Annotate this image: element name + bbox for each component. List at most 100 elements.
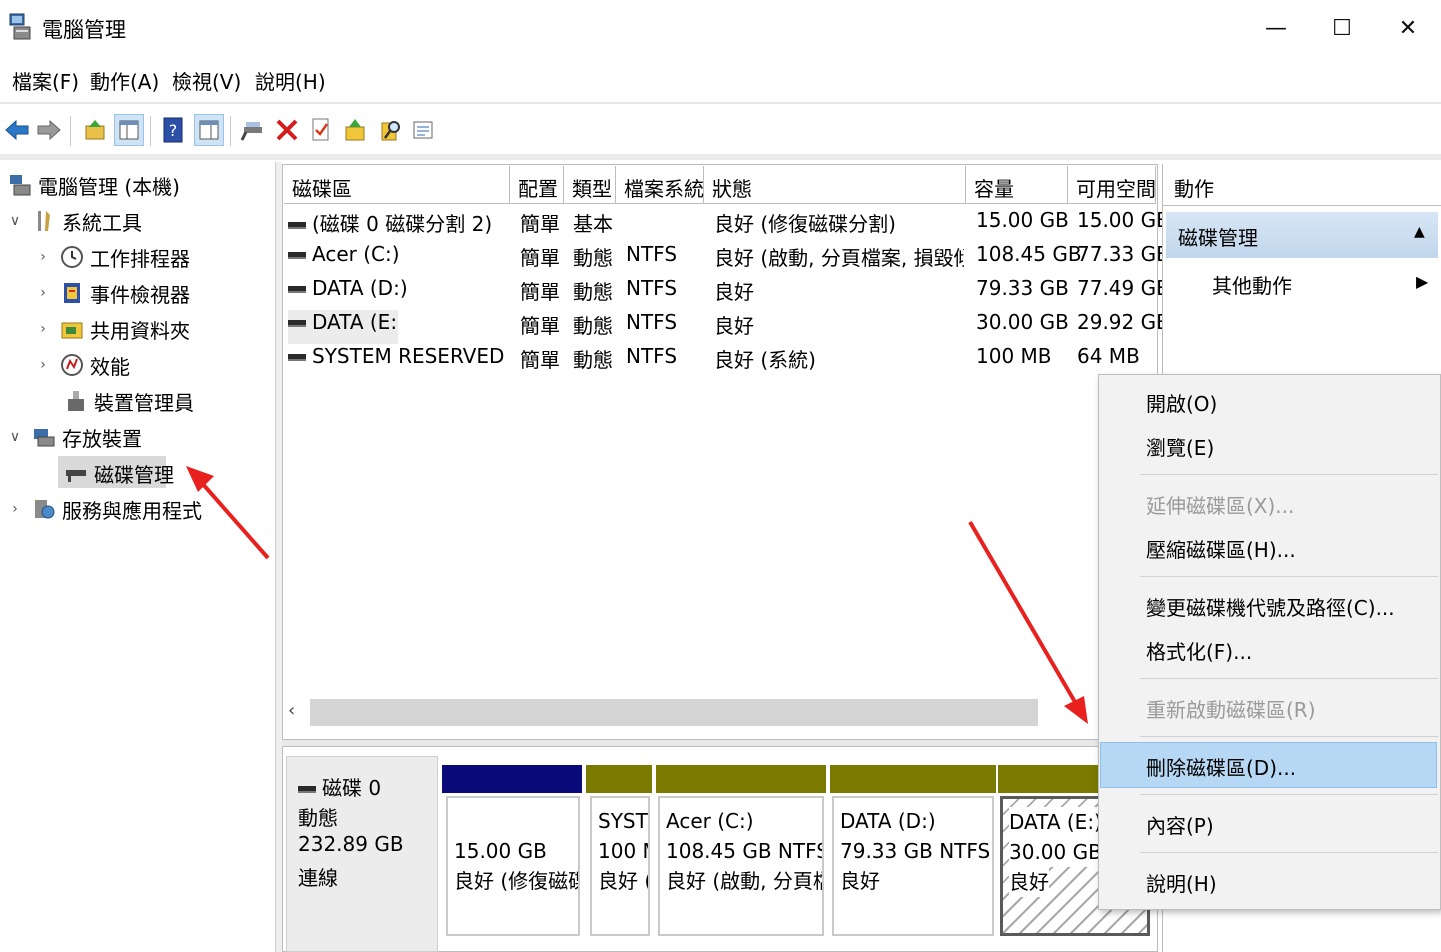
forward-icon[interactable] <box>34 114 64 146</box>
partition-title: SYSTE <box>598 809 648 833</box>
search-icon[interactable] <box>376 114 406 146</box>
partition-status: 良好 <box>1009 867 1049 897</box>
table-cell-status: 良好 <box>714 314 754 338</box>
import-icon[interactable] <box>340 114 370 146</box>
menu-item-explore[interactable]: 瀏覽(E) <box>1146 432 1214 461</box>
menu-item-reactivate-volume: 重新啟動磁碟區(R) <box>1146 698 1316 722</box>
actions-header: 動作 <box>1162 164 1441 206</box>
table-row-volume-name[interactable]: Acer (C:) <box>288 242 508 276</box>
tree-item-storage[interactable]: ∨ 存放裝置 <box>8 420 142 454</box>
device-manager-icon <box>64 389 88 413</box>
table-cell-type: 動態 <box>573 246 613 270</box>
more-actions-item[interactable]: 其他動作 <box>1212 270 1292 299</box>
check-disk-icon[interactable] <box>306 114 336 146</box>
tree-item-performance[interactable]: › 效能 <box>36 348 130 382</box>
partition-title: Acer (C:) <box>666 809 754 833</box>
partition-recovery[interactable]: 15.00 GB 良好 (修復磁碟分 <box>446 796 580 936</box>
column-header-file-system[interactable]: 檔案系統 <box>616 166 704 204</box>
partition-title <box>454 806 574 836</box>
table-cell-file-system: NTFS <box>626 310 678 334</box>
volume-icon <box>288 222 306 229</box>
partition-system-reserved[interactable]: SYSTE 100 M 良好 ( <box>590 796 650 936</box>
table-cell-free-space: 64 MB <box>1077 344 1140 368</box>
column-header-free-space[interactable]: 可用空間 <box>1068 166 1156 204</box>
menu-item-shrink-volume[interactable]: 壓縮磁碟區(H)... <box>1146 534 1296 563</box>
menu-view[interactable]: 檢視(V) <box>172 66 241 95</box>
help-icon[interactable]: ? <box>158 114 188 146</box>
table-cell-type: 動態 <box>573 280 613 304</box>
chevron-right-icon[interactable]: › <box>36 321 50 337</box>
partition-status: 良好 <box>840 869 880 893</box>
menu-help[interactable]: 說明(H) <box>255 66 326 95</box>
menu-divider <box>0 102 1441 104</box>
chevron-right-icon[interactable]: › <box>36 249 50 265</box>
tree-item-task-scheduler[interactable]: › 工作排程器 <box>36 240 190 274</box>
tree-item-services-applications[interactable]: › 服務與應用程式 <box>8 492 202 526</box>
toolbar: ? <box>0 106 1441 154</box>
column-header-capacity[interactable]: 容量 <box>966 166 1068 204</box>
column-header-type[interactable]: 類型 <box>564 166 616 204</box>
back-icon[interactable] <box>2 114 32 146</box>
scroll-left-icon[interactable]: ‹ <box>288 700 295 721</box>
partition-status: 良好 (修復磁碟分 <box>454 869 578 893</box>
table-row-volume-name[interactable]: SYSTEM RESERVED (F:) <box>288 344 510 378</box>
chevron-down-icon[interactable]: ∨ <box>8 429 22 445</box>
services-icon <box>32 497 56 521</box>
partition-status: 良好 ( <box>598 869 650 893</box>
event-viewer-icon <box>60 281 84 305</box>
table-cell-free-space: 29.92 GB <box>1077 310 1170 334</box>
chevron-down-icon[interactable]: ∨ <box>8 213 22 229</box>
tree-item-shared-folders[interactable]: › 共用資料夾 <box>36 312 190 346</box>
tree-item-label: 共用資料夾 <box>90 318 190 343</box>
menu-item-delete-volume[interactable]: 刪除磁碟區(D)... <box>1146 752 1296 781</box>
table-cell-layout: 簡單 <box>520 314 560 338</box>
table-cell-type: 基本 <box>573 212 613 236</box>
actions-section-disk-management[interactable]: 磁碟管理 <box>1166 212 1438 258</box>
menu-item-format[interactable]: 格式化(F)... <box>1146 636 1252 665</box>
tree-item-label: 工作排程器 <box>90 246 190 271</box>
scrollbar-thumb[interactable] <box>310 699 1038 726</box>
tree-item-disk-management[interactable]: 磁碟管理 <box>60 456 174 490</box>
clock-icon <box>60 245 84 269</box>
partition-acer-c[interactable]: Acer (C:) 108.45 GB NTFS 良好 (啟動, 分頁檔案 <box>658 796 824 936</box>
close-button[interactable]: ✕ <box>1378 10 1438 46</box>
tree-item-event-viewer[interactable]: › 事件檢視器 <box>36 276 190 310</box>
menu-item-open[interactable]: 開啟(O) <box>1146 388 1217 417</box>
up-folder-icon[interactable] <box>80 114 110 146</box>
menu-item-properties[interactable]: 內容(P) <box>1146 810 1214 839</box>
tree-item-device-manager[interactable]: 裝置管理員 <box>60 384 194 418</box>
volume-icon <box>288 354 306 361</box>
menu-file[interactable]: 檔案(F) <box>12 66 79 95</box>
menu-bar: 檔案(F) 動作(A) 檢視(V) 說明(H) <box>0 60 1441 100</box>
chevron-right-icon[interactable]: › <box>36 285 50 301</box>
show-hide-tree-icon[interactable] <box>114 114 144 146</box>
show-hide-action-pane-icon[interactable] <box>194 114 224 146</box>
maximize-button[interactable]: ☐ <box>1312 10 1372 46</box>
connect-drive-icon[interactable] <box>238 114 268 146</box>
menu-action[interactable]: 動作(A) <box>90 66 159 95</box>
column-header-layout[interactable]: 配置 <box>510 166 564 204</box>
properties-icon[interactable] <box>408 114 438 146</box>
chevron-right-icon[interactable]: › <box>36 357 50 373</box>
tree-item-computer-management[interactable]: 電腦管理 (本機) <box>4 168 180 202</box>
column-header-status[interactable]: 狀態 <box>704 166 966 204</box>
minimize-button[interactable]: — <box>1246 10 1306 46</box>
menu-item-help[interactable]: 說明(H) <box>1146 868 1217 897</box>
delete-icon[interactable] <box>272 114 302 146</box>
disk-name: 磁碟 0 <box>298 772 381 801</box>
collapse-up-icon[interactable]: ▲ <box>1414 224 1425 240</box>
table-row-volume-name[interactable]: (磁碟 0 磁碟分割 2) <box>288 208 508 242</box>
partition-data-d[interactable]: DATA (D:) 79.33 GB NTFS 良好 <box>832 796 994 936</box>
table-row-volume-name[interactable]: DATA (D:) <box>288 276 508 310</box>
column-header-volume[interactable]: 磁碟區 <box>284 166 510 204</box>
table-row-volume-name-selected[interactable]: DATA (E:) <box>288 310 398 344</box>
table-cell-status: 良好 (系統) <box>714 348 816 372</box>
tree-item-system-tools[interactable]: ∨ 系統工具 <box>8 204 142 238</box>
toolbar-separator <box>70 116 71 146</box>
menu-separator <box>1140 576 1438 577</box>
chevron-right-icon[interactable]: › <box>8 501 22 517</box>
table-cell-capacity: 30.00 GB <box>976 310 1069 334</box>
table-cell-status: 良好 (修復磁碟分割) <box>714 212 896 236</box>
disk-icon <box>298 786 316 793</box>
menu-item-change-drive-letter[interactable]: 變更磁碟機代號及路徑(C)... <box>1146 592 1395 621</box>
